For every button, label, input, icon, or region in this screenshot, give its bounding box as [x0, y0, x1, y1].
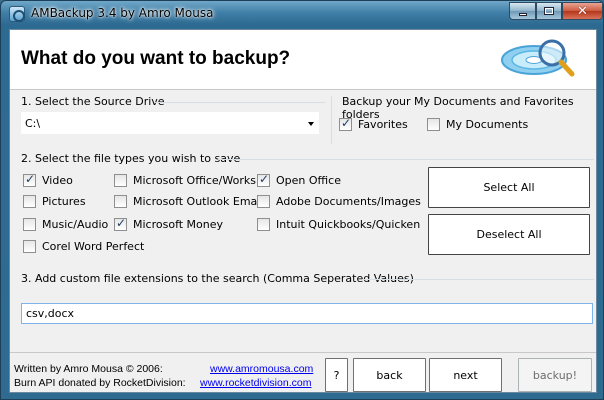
checkbox-box[interactable]: [23, 194, 36, 208]
chevron-down-icon[interactable]: [308, 122, 314, 126]
minimize-icon: [518, 12, 527, 16]
app-icon: [9, 6, 25, 22]
divider: [154, 102, 326, 103]
ms-money-checkbox[interactable]: Microsoft Money: [114, 216, 223, 232]
divider: [362, 279, 594, 280]
source-drive-select[interactable]: C:\: [21, 112, 319, 134]
checkbox-label: Video: [42, 173, 73, 187]
maximize-button[interactable]: [536, 2, 562, 20]
close-button[interactable]: ✕: [562, 2, 603, 20]
favorites-label: Favorites: [358, 117, 408, 131]
checkbox-box[interactable]: [257, 194, 270, 208]
title-bar[interactable]: AMBackup 3.4 by Amro Mousa ✕: [1, 1, 603, 28]
divider: [331, 96, 332, 144]
window-title: AMBackup 3.4 by Amro Mousa: [31, 6, 214, 20]
checkbox-label: Adobe Documents/Images: [276, 194, 421, 208]
checkbox-label: Microsoft Money: [133, 217, 224, 231]
checkbox-label: Microsoft Office/Works: [133, 173, 256, 187]
source-drive-label: 1. Select the Source Drive: [21, 95, 165, 108]
select-all-button[interactable]: Select All: [428, 167, 590, 208]
custom-extensions-input[interactable]: csv,docx: [21, 303, 593, 324]
checkbox-label: Microsoft Outlook Email: [133, 194, 264, 208]
next-button[interactable]: next: [429, 358, 502, 392]
my-documents-label: My Documents: [446, 117, 529, 131]
open-office-checkbox[interactable]: Open Office: [257, 172, 341, 188]
divider: [218, 159, 594, 160]
checkbox-box[interactable]: [257, 217, 270, 231]
checkbox-box[interactable]: [114, 216, 127, 231]
custom-extensions-label: 3. Add custom file extensions to the sea…: [21, 272, 414, 285]
checkbox-box[interactable]: [23, 239, 36, 253]
ms-office-works-checkbox[interactable]: Microsoft Office/Works: [114, 172, 256, 188]
burn-api-text: Burn API donated by RocketDivision:: [14, 377, 186, 389]
checkbox-label: Intuit Quickbooks/Quicken: [276, 217, 421, 231]
written-by-text: Written by Amro Mousa © 2006:: [14, 363, 163, 375]
close-icon: ✕: [577, 3, 588, 19]
checkbox-box[interactable]: [114, 194, 127, 208]
video-checkbox[interactable]: Video: [23, 172, 73, 188]
my-documents-checkbox[interactable]: My Documents: [427, 116, 528, 132]
file-types-label: 2. Select the file types you wish to sav…: [21, 152, 241, 165]
divider: [10, 352, 596, 353]
rocketdivision-link[interactable]: www.rocketdivision.com: [200, 377, 311, 389]
checkbox-box[interactable]: [23, 217, 36, 231]
checkbox-box[interactable]: [257, 172, 270, 187]
favorites-checkbox[interactable]: Favorites: [339, 116, 408, 132]
ms-outlook-email-checkbox[interactable]: Microsoft Outlook Email: [114, 193, 263, 209]
deselect-all-button[interactable]: Deselect All: [428, 214, 590, 255]
checkbox-box[interactable]: [427, 117, 440, 131]
help-button[interactable]: ?: [325, 358, 348, 392]
app-window: AMBackup 3.4 by Amro Mousa ✕ What do you…: [0, 0, 604, 400]
checkbox-box[interactable]: [339, 116, 352, 131]
page-title: What do you want to backup?: [21, 48, 291, 69]
checkbox-label: Corel Word Perfect: [42, 239, 145, 253]
magnifier-disc-icon: [501, 39, 575, 77]
music-audio-checkbox[interactable]: Music/Audio: [23, 216, 108, 232]
corel-word-perfect-checkbox[interactable]: Corel Word Perfect: [23, 238, 144, 254]
header: What do you want to backup?: [10, 30, 596, 90]
minimize-button[interactable]: [509, 2, 536, 20]
amromousa-link[interactable]: www.amromousa.com: [210, 363, 313, 375]
source-drive-value: C:\: [25, 117, 41, 130]
backup-button[interactable]: backup!: [518, 358, 592, 392]
adobe-documents-checkbox[interactable]: Adobe Documents/Images: [257, 193, 421, 209]
maximize-icon: [544, 7, 554, 15]
checkbox-box[interactable]: [114, 173, 127, 187]
checkbox-label: Music/Audio: [42, 217, 109, 231]
checkbox-box[interactable]: [23, 172, 36, 187]
pictures-checkbox[interactable]: Pictures: [23, 193, 86, 209]
checkbox-label: Open Office: [276, 173, 341, 187]
client-area: What do you want to backup? 1. Select th…: [9, 29, 597, 393]
intuit-quickbooks-checkbox[interactable]: Intuit Quickbooks/Quicken: [257, 216, 420, 232]
checkbox-label: Pictures: [42, 194, 86, 208]
back-button[interactable]: back: [353, 358, 426, 392]
